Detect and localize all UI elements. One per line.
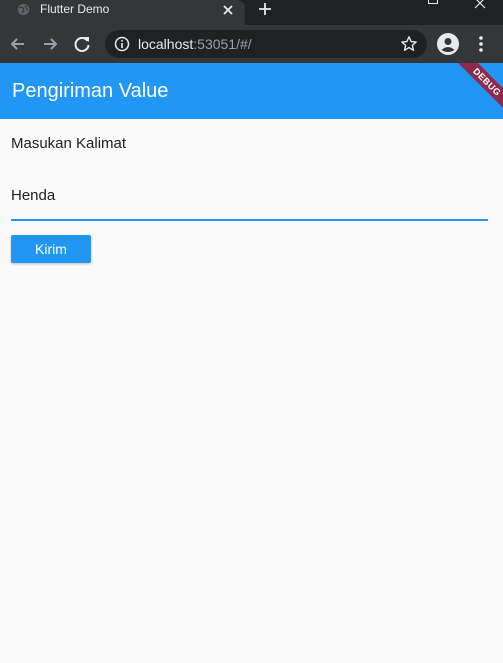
address-bar[interactable]: localhost:53051/#/ <box>105 30 427 58</box>
window-close-icon[interactable] <box>473 0 487 10</box>
debug-banner: DEBUG <box>443 63 503 119</box>
more-vert-icon[interactable] <box>476 35 486 53</box>
browser-tab[interactable]: Flutter Demo <box>0 0 245 25</box>
page-body: Masukan Kalimat Kirim <box>0 119 503 663</box>
star-icon[interactable] <box>400 35 418 53</box>
sentence-input[interactable] <box>11 187 481 204</box>
browser-window: Flutter Demo localhost:53051/#/ Pengirim… <box>0 0 503 663</box>
close-icon[interactable] <box>220 2 236 18</box>
input-label: Masukan Kalimat <box>11 135 127 152</box>
app-bar: Pengiriman Value DEBUG <box>0 63 503 119</box>
account-icon[interactable] <box>437 33 459 55</box>
app-title: Pengiriman Value <box>12 80 169 102</box>
plus-icon[interactable] <box>257 1 273 17</box>
info-icon[interactable] <box>114 36 130 52</box>
url-host: localhost <box>138 36 194 52</box>
arrow-right-icon[interactable] <box>40 34 60 54</box>
submit-button[interactable]: Kirim <box>11 235 91 263</box>
globe-icon <box>17 3 30 16</box>
text-field[interactable] <box>11 179 488 221</box>
reload-icon[interactable] <box>72 34 92 54</box>
tab-title: Flutter Demo <box>40 2 110 16</box>
url-text[interactable]: localhost:53051/#/ <box>138 36 252 52</box>
url-path: :53051/#/ <box>193 36 252 52</box>
browser-toolbar: localhost:53051/#/ <box>0 25 503 63</box>
tab-strip: Flutter Demo <box>0 0 503 25</box>
arrow-left-icon[interactable] <box>8 34 28 54</box>
maximize-icon[interactable] <box>428 0 438 4</box>
